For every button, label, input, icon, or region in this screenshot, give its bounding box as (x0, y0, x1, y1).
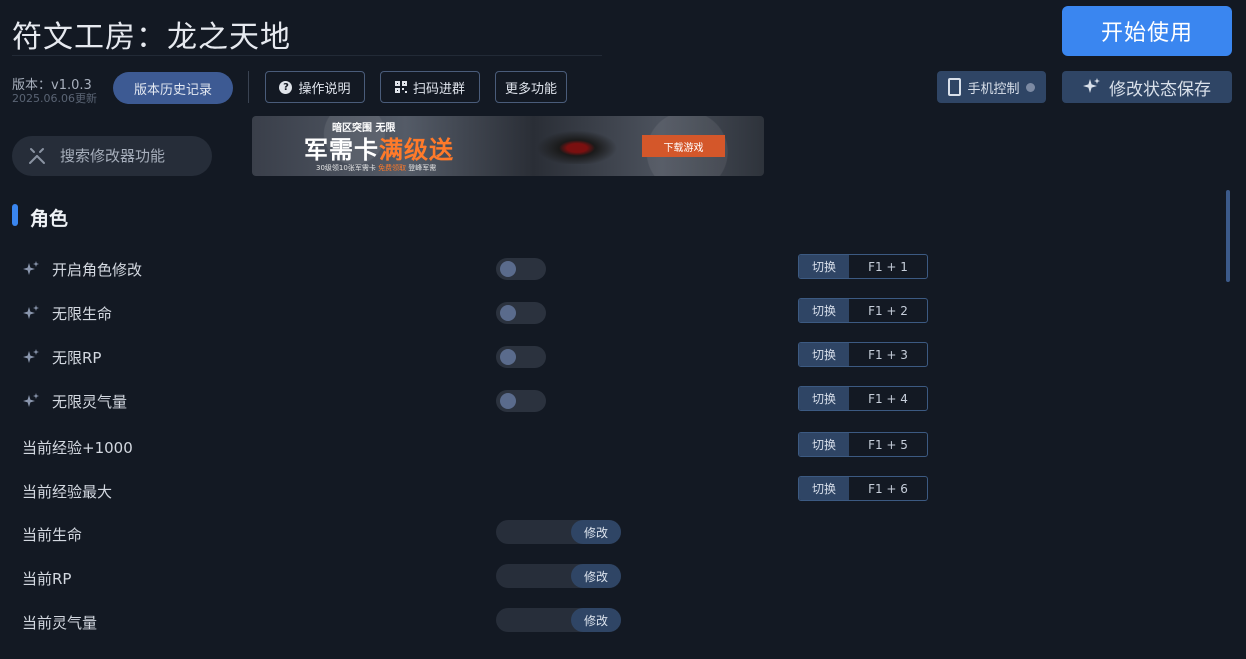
hotkey-button[interactable]: 切换 F1 + 4 (798, 386, 928, 411)
action-row: 当前经验+1000 切换 F1 + 5 (0, 432, 1246, 462)
banner-artwork (522, 124, 632, 164)
cheat-toggle[interactable] (496, 258, 546, 280)
cheat-toggle[interactable] (496, 302, 546, 324)
cheat-toggle[interactable] (496, 390, 546, 412)
value-input[interactable] (506, 611, 570, 631)
hotkey-switch-label: 切换 (799, 299, 849, 322)
search-input[interactable] (58, 146, 202, 166)
cheat-toggle[interactable] (496, 346, 546, 368)
help-button[interactable]: ? 操作说明 (265, 71, 365, 103)
hotkey-switch-label: 切换 (799, 387, 849, 410)
hotkey-switch-label: 切换 (799, 255, 849, 278)
modify-button[interactable]: 修改 (571, 520, 621, 544)
trainer-window: 符文工房：龙之天地 开始使用 版本：v1.0.3 2025.06.06更新 版本… (0, 0, 1246, 659)
app-title: 符文工房：龙之天地 (12, 20, 291, 55)
tools-icon (29, 148, 45, 164)
hotkey-keys: F1 + 5 (868, 437, 908, 452)
hotkey-switch-label: 切换 (799, 477, 849, 500)
join-group-label: 扫码进群 (412, 81, 465, 97)
action-row: 当前经验最大 切换 F1 + 6 (0, 476, 1246, 506)
cheat-row: 无限灵气量 切换 F1 + 4 (0, 386, 1246, 416)
hotkey-button[interactable]: 切换 F1 + 3 (798, 342, 928, 367)
banner-headline-highlight: 满级送 (379, 136, 454, 164)
value-label: 当前生命 (22, 526, 83, 544)
update-date: 2025.06.06更新 (12, 92, 97, 105)
modify-button[interactable]: 修改 (571, 608, 621, 632)
sparkle-icon (1083, 78, 1100, 93)
phone-control-label: 手机控制 (967, 81, 1020, 97)
sparkle-icon (23, 261, 39, 275)
value-row: 当前灵气量 修改 (0, 607, 1246, 637)
hotkey-switch-label: 切换 (799, 433, 849, 456)
qr-code-icon (394, 81, 407, 93)
hotkey-switch-label: 切换 (799, 343, 849, 366)
toggle-knob (500, 305, 516, 321)
section-title: 角色 (30, 208, 69, 230)
hotkey-keys: F1 + 4 (868, 391, 908, 406)
value-editor: 修改 (496, 520, 621, 544)
cheat-label: 无限RP (52, 349, 102, 367)
cheat-row: 无限RP 切换 F1 + 3 (0, 342, 1246, 372)
banner-headline: 军需卡满级送 (304, 130, 454, 165)
value-label: 当前灵气量 (22, 614, 98, 632)
action-label: 当前经验最大 (22, 483, 113, 501)
info-dot-icon (1025, 82, 1035, 92)
more-features-button[interactable]: 更多功能 (495, 71, 567, 103)
help-button-label: 操作说明 (298, 81, 351, 97)
value-input[interactable] (506, 567, 570, 587)
section-accent-bar (12, 204, 18, 226)
value-input[interactable] (506, 523, 570, 543)
hotkey-keys: F1 + 1 (868, 259, 908, 274)
hotkey-keys: F1 + 6 (868, 481, 908, 496)
banner-headline-main: 军需卡 (304, 136, 379, 164)
search-box[interactable] (12, 136, 212, 176)
save-state-button[interactable]: 修改状态保存 (1062, 71, 1232, 103)
ad-banner[interactable]: 暗区突围 无限 军需卡满级送 30级领10张军需卡 免费领取 登峰军需 下载游戏 (252, 116, 764, 176)
cheat-label: 无限灵气量 (52, 393, 128, 411)
toggle-knob (500, 393, 516, 409)
hotkey-button[interactable]: 切换 F1 + 1 (798, 254, 928, 279)
value-editor: 修改 (496, 608, 621, 632)
save-state-label: 修改状态保存 (1109, 79, 1211, 100)
modify-button[interactable]: 修改 (571, 564, 621, 588)
question-icon: ? (279, 80, 293, 94)
hotkey-keys: F1 + 2 (868, 303, 908, 318)
hotkey-button[interactable]: 切换 F1 + 5 (798, 432, 928, 457)
version-history-button[interactable]: 版本历史记录 (113, 72, 233, 104)
banner-sub-highlight: 免费领取 (378, 164, 407, 172)
value-row: 当前RP 修改 (0, 563, 1246, 593)
cheat-label: 无限生命 (52, 305, 113, 323)
value-row: 当前生命 修改 (0, 519, 1246, 549)
cheat-label: 开启角色修改 (52, 261, 143, 279)
cheat-row: 无限生命 切换 F1 + 2 (0, 298, 1246, 328)
phone-control-button[interactable]: 手机控制 (937, 71, 1046, 103)
phone-icon (948, 78, 962, 96)
hotkey-keys: F1 + 3 (868, 347, 908, 362)
cheat-row: 开启角色修改 切换 F1 + 1 (0, 254, 1246, 284)
download-game-button[interactable]: 下载游戏 (642, 135, 725, 157)
value-editor: 修改 (496, 564, 621, 588)
banner-sub-tail: 登峰军需 (408, 164, 437, 172)
sparkle-icon (23, 393, 39, 407)
sparkle-icon (23, 305, 39, 319)
value-label: 当前RP (22, 570, 72, 588)
sparkle-icon (23, 349, 39, 363)
hotkey-button[interactable]: 切换 F1 + 6 (798, 476, 928, 501)
title-divider (12, 55, 602, 56)
start-button[interactable]: 开始使用 (1062, 6, 1232, 56)
banner-subtext: 30级领10张军需卡 免费领取 登峰军需 (316, 163, 436, 173)
action-label: 当前经验+1000 (22, 439, 133, 457)
toolbar-divider (248, 71, 249, 103)
hotkey-button[interactable]: 切换 F1 + 2 (798, 298, 928, 323)
toggle-knob (500, 349, 516, 365)
toggle-knob (500, 261, 516, 277)
banner-sub-main: 30级领10张军需卡 (316, 164, 376, 172)
join-group-button[interactable]: 扫码进群 (380, 71, 480, 103)
